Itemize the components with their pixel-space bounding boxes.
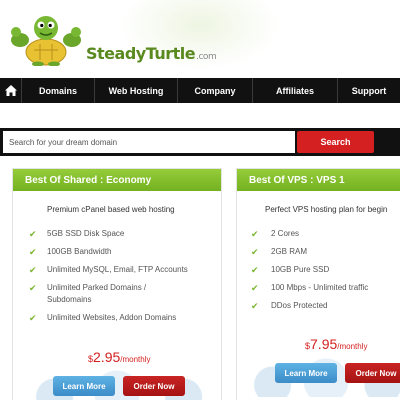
list-item: ✔ 100GB Bandwidth bbox=[13, 246, 221, 258]
plan-title: Best Of Shared : Economy bbox=[13, 169, 221, 191]
price-amount: 2.95 bbox=[93, 349, 121, 365]
check-icon: ✔ bbox=[29, 283, 37, 293]
feature-text: Unlimited Websites, Addon Domains bbox=[47, 313, 177, 322]
learn-more-button[interactable]: Learn More bbox=[53, 376, 115, 396]
check-icon: ✔ bbox=[251, 247, 259, 257]
feature-text: 10GB Pure SSD bbox=[271, 265, 330, 274]
check-icon: ✔ bbox=[251, 283, 259, 293]
brand-wordmark: SteadyTurtle.com bbox=[86, 44, 217, 63]
search-button[interactable]: Search bbox=[297, 131, 374, 153]
turtle-mascot-logo-icon bbox=[11, 16, 81, 67]
price-period: /monthly bbox=[337, 342, 368, 351]
plan-title: Best Of VPS : VPS 1 bbox=[237, 169, 400, 191]
list-item: ✔ 5GB SSD Disk Space bbox=[13, 228, 221, 240]
nav-item-web-hosting[interactable]: Web Hosting bbox=[95, 78, 178, 103]
plan-subtitle: Premium cPanel based web hosting bbox=[47, 205, 175, 214]
feature-text: 2 Cores bbox=[271, 229, 300, 238]
brand-tld: .com bbox=[196, 52, 217, 62]
brand-name: SteadyTurtle bbox=[86, 44, 196, 63]
feature-text: 2GB RAM bbox=[271, 247, 308, 256]
feature-list: ✔ 2 Cores ✔ 2GB RAM ✔ 10GB Pure SSD ✔ 100 Mb… bbox=[237, 228, 400, 312]
order-now-button[interactable]: Order Now bbox=[345, 363, 400, 383]
plan-subtitle: Perfect VPS hosting plan for begin bbox=[265, 205, 388, 214]
domain-search-input[interactable] bbox=[3, 131, 295, 153]
check-icon: ✔ bbox=[251, 229, 259, 239]
check-icon: ✔ bbox=[29, 265, 37, 275]
list-item: ✔ 2GB RAM bbox=[237, 246, 400, 258]
check-icon: ✔ bbox=[29, 313, 37, 323]
plan-price: $7.95/monthly bbox=[305, 336, 368, 352]
feature-text: Unlimited MySQL, Email, FTP Accounts bbox=[47, 265, 188, 274]
list-item: ✔ Unlimited Websites, Addon Domains bbox=[13, 312, 221, 324]
nav-item-domains[interactable]: Domains bbox=[22, 78, 95, 103]
price-amount: 7.95 bbox=[310, 336, 338, 352]
check-icon: ✔ bbox=[29, 247, 37, 257]
feature-text: DDos Protected bbox=[271, 301, 328, 310]
site-header: SteadyTurtle.com bbox=[0, 0, 400, 78]
home-icon bbox=[4, 85, 17, 96]
plan-price: $2.95/monthly bbox=[88, 349, 151, 365]
list-item: ✔ 10GB Pure SSD bbox=[237, 264, 400, 276]
plan-card-shared-economy: Best Of Shared : Economy Premium cPanel … bbox=[12, 168, 222, 400]
feature-list: ✔ 5GB SSD Disk Space ✔ 100GB Bandwidth ✔ Un… bbox=[13, 228, 221, 324]
list-item: ✔ 2 Cores bbox=[237, 228, 400, 240]
list-item: ✔ Unlimited Parked Domains / Subdomains bbox=[13, 282, 183, 306]
list-item: ✔ Unlimited MySQL, Email, FTP Accounts bbox=[13, 264, 221, 276]
feature-text: 100GB Bandwidth bbox=[47, 247, 112, 256]
feature-text: 5GB SSD Disk Space bbox=[47, 229, 125, 238]
learn-more-button[interactable]: Learn More bbox=[275, 363, 337, 383]
feature-text: Unlimited Parked Domains / Subdomains bbox=[47, 283, 147, 304]
check-icon: ✔ bbox=[251, 265, 259, 275]
plan-card-vps-1: Best Of VPS : VPS 1 Perfect VPS hosting … bbox=[236, 168, 400, 400]
check-icon: ✔ bbox=[29, 229, 37, 239]
price-period: /monthly bbox=[120, 355, 151, 364]
cloud-decoration bbox=[13, 369, 221, 400]
nav-item-company[interactable]: Company bbox=[178, 78, 253, 103]
nav-item-affiliates[interactable]: Affiliates bbox=[253, 78, 338, 103]
check-icon: ✔ bbox=[251, 301, 259, 311]
nav-item-support[interactable]: Support bbox=[338, 78, 400, 103]
list-item: ✔ 100 Mbps - Unlimited traffic bbox=[237, 282, 400, 294]
nav-home[interactable] bbox=[0, 78, 22, 103]
site-logo[interactable]: SteadyTurtle.com bbox=[10, 14, 240, 67]
main-nav: Domains Web Hosting Company Affiliates S… bbox=[0, 78, 400, 103]
feature-text: 100 Mbps - Unlimited traffic bbox=[271, 283, 369, 292]
domain-search-bar: Search bbox=[0, 128, 400, 156]
list-item: ✔ DDos Protected bbox=[237, 300, 400, 312]
order-now-button[interactable]: Order Now bbox=[123, 376, 185, 396]
